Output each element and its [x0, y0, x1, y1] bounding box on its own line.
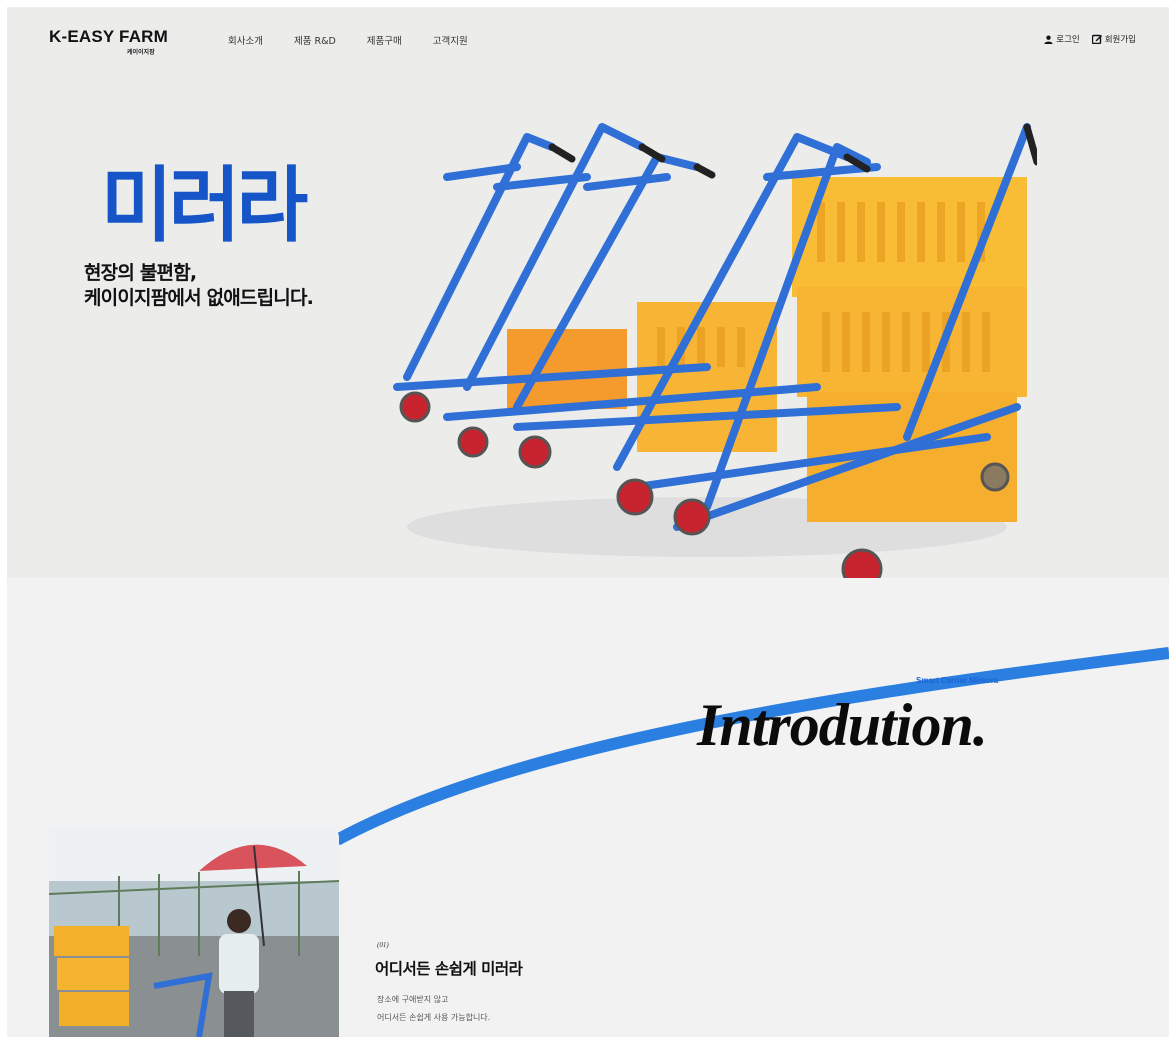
site-header: K-EASY FARM 케이이지팜 회사소개 제품 R&D 제품구매 고객지원 … — [7, 7, 1169, 71]
feature-desc-line1: 장소에 구애받지 않고 — [377, 995, 449, 1004]
feature-photo — [49, 826, 339, 1037]
logo-subtext: 케이이지팜 — [127, 49, 155, 56]
hero-product-image — [393, 123, 1037, 578]
login-label: 로그인 — [1056, 35, 1080, 45]
hero-copy-line1: 현장의 불편함, — [84, 262, 197, 284]
hero-copy: 현장의 불편함, 케이이지팜에서 없애드립니다. — [84, 261, 314, 311]
intro-section: Smart Carrier Mireora Introdution. (01) … — [7, 578, 1169, 1037]
feature-title: 어디서든 손쉽게 미러라 — [375, 960, 523, 978]
intro-eyebrow: Smart Carrier Mireora — [916, 676, 999, 685]
login-link[interactable]: 로그인 — [1044, 33, 1080, 45]
hero-section: K-EASY FARM 케이이지팜 회사소개 제품 R&D 제품구매 고객지원 … — [7, 7, 1169, 578]
feature-description: 장소에 구애받지 않고 어디서든 손쉽게 사용 가능합니다. — [377, 991, 490, 1027]
nav-item-support[interactable]: 고객지원 — [433, 33, 468, 47]
logo[interactable]: K-EASY FARM 케이이지팜 — [49, 27, 169, 56]
hero-title: 미러라 — [101, 158, 308, 254]
nav-item-rnd[interactable]: 제품 R&D — [294, 33, 336, 47]
woman-with-cart-photo — [49, 826, 339, 1037]
signup-label: 회원가입 — [1104, 35, 1136, 45]
logo-text: K-EASY FARM — [49, 27, 169, 46]
page: K-EASY FARM 케이이지팜 회사소개 제품 R&D 제품구매 고객지원 … — [7, 7, 1169, 1037]
main-nav: 회사소개 제품 R&D 제품구매 고객지원 — [228, 33, 499, 47]
intro-title: Introdution. — [697, 692, 988, 758]
hero-copy-line2: 케이이지팜에서 없애드립니다. — [84, 287, 314, 309]
user-icon — [1044, 35, 1053, 44]
edit-icon — [1091, 34, 1102, 44]
feature-desc-line2: 어디서든 손쉽게 사용 가능합니다. — [377, 1013, 491, 1022]
user-menu: 로그인 회원가입 — [1032, 33, 1136, 45]
nav-item-purchase[interactable]: 제품구매 — [367, 33, 402, 47]
signup-link[interactable]: 회원가입 — [1091, 33, 1136, 45]
feature-number: (01) — [377, 941, 389, 949]
nav-item-company[interactable]: 회사소개 — [228, 33, 263, 47]
